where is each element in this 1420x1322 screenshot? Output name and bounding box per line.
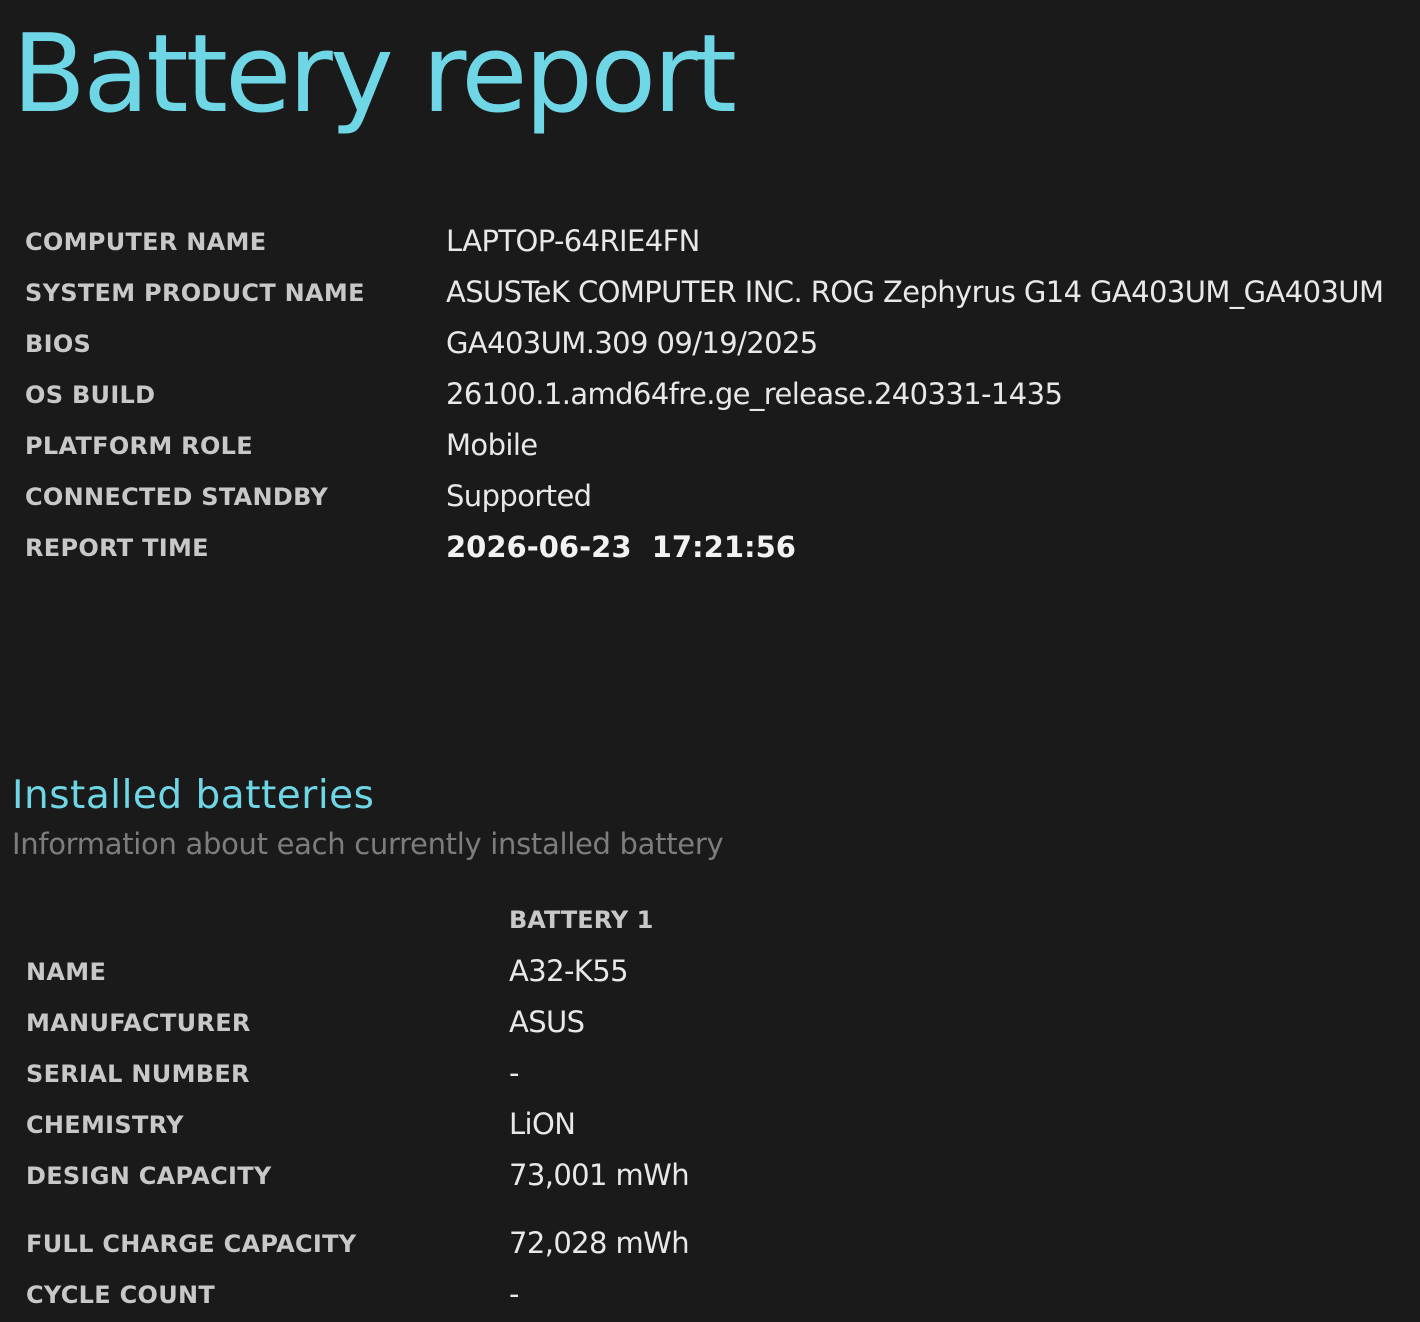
info-row-connected-standby: CONNECTED STANDBY Supported — [25, 475, 1415, 526]
battery-label: CYCLE COUNT — [26, 1281, 216, 1309]
info-label: OS BUILD — [25, 381, 156, 409]
battery-value: 72,028 mWh — [509, 1226, 690, 1260]
info-value: LAPTOP-64RIE4FN — [446, 224, 700, 258]
info-value: Supported — [446, 479, 592, 513]
info-value: 26100.1.amd64fre.ge_release.240331-1435 — [446, 377, 1063, 411]
info-label: CONNECTED STANDBY — [25, 483, 329, 511]
info-value: Mobile — [446, 428, 538, 462]
battery-value: LiON — [509, 1107, 576, 1141]
info-row-bios: BIOS GA403UM.309 09/19/2025 — [25, 322, 1415, 373]
battery-value: 73,001 mWh — [509, 1158, 690, 1192]
info-label: REPORT TIME — [25, 534, 209, 562]
battery-row-name: NAME A32-K55 — [26, 950, 1406, 1001]
battery-row-serial-number: SERIAL NUMBER - — [26, 1052, 1406, 1103]
info-label: COMPUTER NAME — [25, 228, 267, 256]
battery-label: NAME — [26, 958, 107, 986]
installed-batteries-heading: Installed batteries — [12, 773, 375, 818]
battery-label: CHEMISTRY — [26, 1111, 184, 1139]
info-row-computer-name: COMPUTER NAME LAPTOP-64RIE4FN — [25, 220, 1415, 271]
battery-row-cycle-count: CYCLE COUNT - — [26, 1273, 1406, 1322]
info-row-platform-role: PLATFORM ROLE Mobile — [25, 424, 1415, 475]
info-row-system-product-name: SYSTEM PRODUCT NAME ASUSTeK COMPUTER INC… — [25, 271, 1415, 322]
info-row-report-time: REPORT TIME 2026-06-23 17:21:56 — [25, 526, 1415, 577]
installed-batteries-subtitle: Information about each currently install… — [12, 827, 724, 861]
battery-value: ASUS — [509, 1005, 585, 1039]
info-label: SYSTEM PRODUCT NAME — [25, 279, 365, 307]
info-row-os-build: OS BUILD 26100.1.amd64fre.ge_release.240… — [25, 373, 1415, 424]
battery-row-manufacturer: MANUFACTURER ASUS — [26, 1001, 1406, 1052]
battery-value: A32-K55 — [509, 954, 629, 988]
battery-row-design-capacity: DESIGN CAPACITY 73,001 mWh — [26, 1154, 1406, 1205]
battery-row-chemistry: CHEMISTRY LiON — [26, 1103, 1406, 1154]
system-info-table: COMPUTER NAME LAPTOP-64RIE4FN SYSTEM PRO… — [25, 220, 1415, 577]
report-time-value: 2026-06-23 17:21:56 — [446, 530, 796, 564]
info-label: PLATFORM ROLE — [25, 432, 253, 460]
battery-label: DESIGN CAPACITY — [26, 1162, 272, 1190]
info-label: BIOS — [25, 330, 92, 358]
battery-label: SERIAL NUMBER — [26, 1060, 250, 1088]
info-value: GA403UM.309 09/19/2025 — [446, 326, 818, 360]
battery-value: - — [509, 1277, 519, 1311]
battery-label: FULL CHARGE CAPACITY — [26, 1230, 357, 1258]
page-title: Battery report — [12, 12, 737, 137]
battery-row-full-charge-capacity: FULL CHARGE CAPACITY 72,028 mWh — [26, 1222, 1406, 1273]
info-value: ASUSTeK COMPUTER INC. ROG Zephyrus G14 G… — [446, 275, 1384, 309]
battery-column-header: BATTERY 1 — [509, 906, 654, 934]
battery-label: MANUFACTURER — [26, 1009, 251, 1037]
battery-value: - — [509, 1056, 519, 1090]
